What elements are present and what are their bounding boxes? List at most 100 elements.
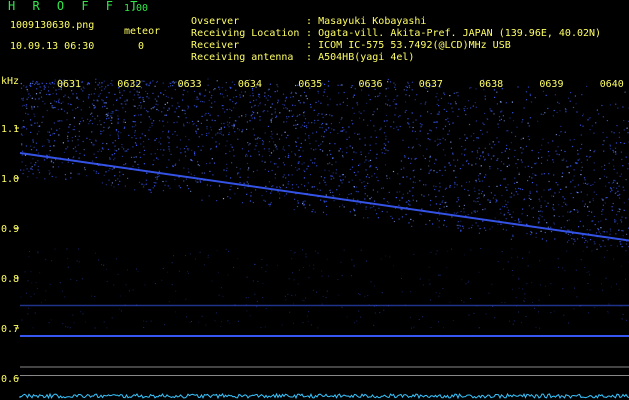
noise-dot <box>132 146 134 148</box>
noise-dot <box>497 168 499 170</box>
noise-dot <box>148 129 150 131</box>
noise-dot <box>617 211 619 213</box>
noise-dot <box>591 125 593 127</box>
noise-dot <box>200 122 202 124</box>
noise-dot <box>196 181 198 183</box>
noise-dot <box>532 173 534 175</box>
noise-dot <box>187 271 189 273</box>
noise-dot <box>589 117 592 119</box>
noise-dot <box>489 108 491 110</box>
noise-dot <box>624 91 626 93</box>
noise-dot <box>62 323 64 325</box>
noise-dot <box>67 161 69 163</box>
noise-dot <box>439 186 441 188</box>
noise-dot <box>97 172 100 174</box>
noise-dot <box>264 95 266 97</box>
noise-dot <box>535 232 537 234</box>
capture-datetime: 10.09.13 06:30 <box>10 41 95 52</box>
noise-dot <box>352 198 355 200</box>
noise-dot <box>318 113 320 115</box>
noise-dot <box>27 280 29 282</box>
noise-dot <box>89 138 91 141</box>
noise-dot <box>201 134 203 136</box>
noise-dot <box>167 96 169 98</box>
noise-dot <box>380 149 383 151</box>
noise-dot <box>396 103 398 105</box>
noise-dot <box>466 137 468 139</box>
noise-dot <box>325 200 327 202</box>
noise-dot <box>530 234 532 236</box>
noise-dot <box>264 161 266 163</box>
noise-dot <box>127 177 129 179</box>
noise-dot <box>427 133 429 135</box>
noise-dot <box>260 327 262 329</box>
noise-dot <box>74 146 76 148</box>
noise-dot <box>457 95 459 97</box>
noise-dot <box>139 156 141 158</box>
noise-dot <box>127 148 129 150</box>
noise-dot <box>264 168 266 171</box>
noise-dot <box>555 182 557 184</box>
noise-dot <box>589 274 591 276</box>
noise-dot <box>524 297 526 299</box>
noise-dot <box>470 107 472 109</box>
noise-dot <box>387 81 389 83</box>
noise-dot <box>197 146 199 148</box>
noise-dot <box>436 218 439 220</box>
noise-dot <box>439 292 441 294</box>
noise-dot <box>377 191 379 193</box>
noise-dot <box>259 137 261 139</box>
noise-dot <box>70 104 72 106</box>
noise-dot <box>388 191 390 193</box>
noise-dot <box>220 287 222 289</box>
noise-dot <box>494 317 496 319</box>
noise-dot <box>100 124 102 126</box>
noise-dot <box>49 172 51 174</box>
noise-dot <box>189 321 191 323</box>
noise-dot <box>142 99 144 101</box>
noise-dot <box>394 84 396 86</box>
noise-dot <box>468 163 470 165</box>
noise-dot <box>54 248 56 250</box>
noise-dot <box>226 109 228 111</box>
noise-dot <box>530 231 532 233</box>
x-tick-label: 0638 <box>479 79 503 90</box>
noise-dot <box>442 199 444 202</box>
noise-dot <box>174 89 176 91</box>
noise-dot <box>596 248 598 250</box>
noise-dot <box>442 288 444 289</box>
noise-dot <box>326 205 328 207</box>
noise-dot <box>99 93 102 95</box>
noise-dot <box>124 150 126 152</box>
noise-dot <box>154 98 156 100</box>
noise-dot <box>383 147 385 149</box>
noise-dot <box>568 322 570 324</box>
noise-dot <box>613 168 615 170</box>
noise-dot <box>252 95 254 97</box>
noise-dot <box>428 279 430 281</box>
noise-dot <box>598 113 600 115</box>
noise-dot <box>264 92 266 94</box>
noise-dot <box>135 143 137 145</box>
noise-dot <box>259 116 261 118</box>
noise-dot <box>520 159 522 161</box>
noise-dot <box>133 94 135 96</box>
noise-dot <box>218 294 220 296</box>
noise-dot <box>383 309 385 311</box>
noise-dot <box>277 86 279 88</box>
noise-dot <box>531 208 533 210</box>
noise-dot <box>373 205 375 207</box>
noise-dot <box>249 95 251 97</box>
noise-dot <box>123 148 125 150</box>
noise-dot <box>91 131 93 133</box>
noise-dot <box>205 112 207 115</box>
noise-dot <box>622 186 624 188</box>
noise-dot <box>385 149 387 151</box>
noise-dot <box>302 150 304 152</box>
noise-dot <box>353 264 355 266</box>
noise-dot <box>623 142 625 144</box>
noise-dot <box>378 207 380 209</box>
noise-dot <box>381 210 383 213</box>
noise-dot <box>420 103 422 105</box>
noise-dot <box>477 200 479 203</box>
